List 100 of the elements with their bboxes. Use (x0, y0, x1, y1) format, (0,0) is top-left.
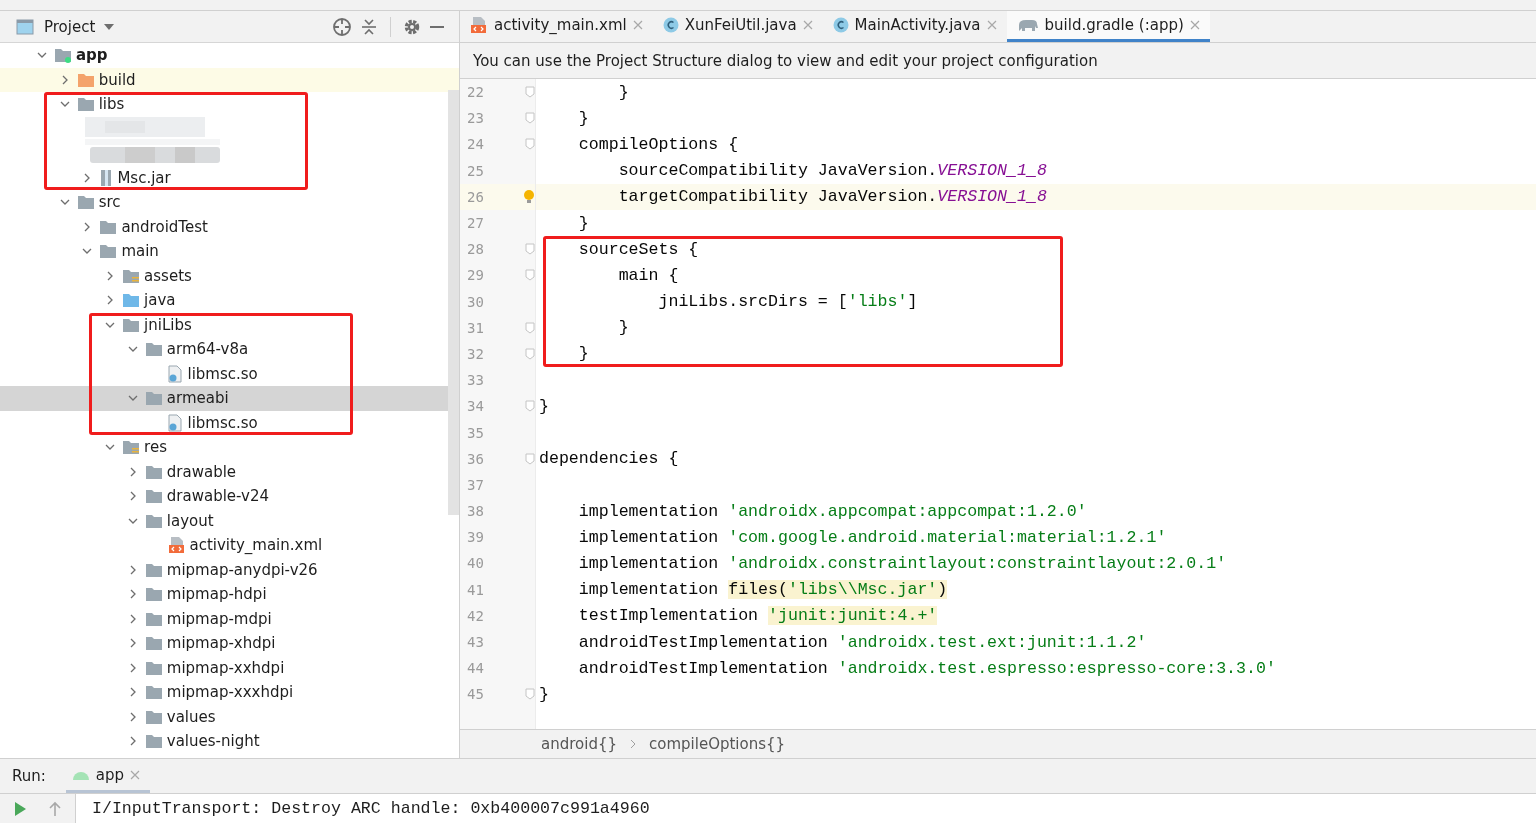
tree-item[interactable]: build (56, 67, 139, 92)
code-line: compileOptions { (577, 134, 739, 154)
editor-tab[interactable]: XunFeiUtil.java (652, 11, 823, 42)
line-number: 43 (466, 634, 485, 651)
code-line: androidTestImplementation 'androidx.test.espresso:espresso-core:3.3.0' (577, 658, 1276, 678)
tree-item[interactable]: res (102, 435, 170, 460)
code-line: sourceCompatibility JavaVersion.VERSION_1_8 (617, 161, 1047, 181)
tree-item[interactable]: drawable-v24 (124, 484, 273, 509)
tree-item[interactable]: Msc.jar (79, 165, 174, 190)
fold-marker-icon[interactable] (525, 138, 535, 151)
tree-item[interactable]: app (34, 43, 111, 68)
tree-item[interactable]: arm64-v8a (124, 337, 252, 362)
scrollbar[interactable] (448, 90, 459, 515)
tree-item[interactable]: values (124, 704, 219, 729)
tree-item[interactable]: libmsc.so (147, 410, 261, 435)
play-icon[interactable] (12, 800, 28, 817)
code-line: jniLibs.srcDirs = ['libs'] (657, 292, 918, 312)
folder-icon (144, 561, 163, 578)
class-icon (662, 17, 679, 33)
line-number: 38 (466, 503, 485, 520)
folder-icon (76, 96, 95, 113)
folder-icon (144, 488, 163, 505)
unknown-file-icon (167, 413, 184, 432)
fold-marker-icon[interactable] (525, 269, 535, 282)
tree-item[interactable]: mipmap-xxxhdpi (124, 680, 297, 705)
module-folder-icon (54, 47, 72, 64)
folder-icon (144, 610, 163, 627)
xml-file-icon (470, 16, 488, 34)
tree-item[interactable]: androidTest (79, 214, 211, 239)
code-line: implementation 'androidx.appcompat:appcompat:1.2.0' (577, 501, 1087, 521)
code-line: } (577, 344, 589, 364)
folder-icon (99, 218, 118, 235)
lightbulb-icon[interactable] (523, 188, 535, 205)
collapse-all-icon[interactable] (360, 17, 378, 36)
line-number: 31 (466, 319, 485, 336)
line-number: 29 (466, 267, 485, 284)
unknown-file-icon (167, 364, 184, 383)
class-icon (832, 17, 849, 33)
locate-icon[interactable] (332, 16, 352, 37)
tree-item[interactable]: main (79, 239, 162, 264)
tree-item[interactable]: java (102, 288, 179, 313)
fold-marker-icon[interactable] (525, 452, 535, 465)
code-line: } (617, 318, 629, 338)
tree-item[interactable]: values-night (124, 729, 263, 754)
tree-item[interactable]: mipmap-hdpi (124, 582, 270, 607)
resource-folder-icon (122, 267, 141, 284)
tree-item[interactable]: assets (102, 263, 195, 288)
code-line: implementation 'androidx.constraintlayout:constraintlayout:2.0.1' (577, 553, 1227, 573)
code-line: main { (617, 265, 679, 285)
line-number: 39 (466, 529, 485, 546)
breadcrumb[interactable]: compileOptions{} (649, 735, 786, 753)
line-number: 30 (466, 293, 485, 310)
tree-item[interactable]: mipmap-xhdpi (124, 631, 279, 656)
line-number: 41 (466, 581, 485, 598)
editor-tab[interactable]: MainActivity.java (822, 11, 1007, 42)
code-line: } (539, 396, 549, 416)
android-icon (71, 769, 90, 780)
tree-item[interactable]: jniLibs (102, 312, 195, 337)
run-label: Run: (12, 767, 46, 785)
tree-item[interactable]: activity_main.xml (147, 533, 326, 558)
fold-marker-icon[interactable] (525, 243, 535, 256)
fold-marker-icon[interactable] (525, 347, 535, 360)
fold-marker-icon[interactable] (525, 112, 535, 125)
fold-marker-icon[interactable] (525, 400, 535, 413)
code-line: implementation files('libs\\Msc.jar') (577, 580, 948, 600)
fold-marker-icon[interactable] (525, 86, 535, 99)
editor-tab[interactable]: build.gradle (:app) (1006, 11, 1210, 42)
folder-icon (144, 341, 163, 358)
line-number: 28 (466, 241, 485, 258)
breadcrumb[interactable]: android{} (541, 735, 617, 753)
line-number: 34 (466, 398, 485, 415)
code-line: } (617, 82, 629, 102)
folder-icon (76, 194, 95, 211)
line-number: 36 (466, 450, 485, 467)
dropdown-caret-icon[interactable] (103, 22, 116, 31)
folder-icon (144, 708, 163, 725)
folder-icon (144, 635, 163, 652)
tree-item[interactable]: layout (124, 508, 217, 533)
code-line: dependencies { (539, 449, 679, 469)
line-number: 23 (466, 110, 485, 127)
panel-title[interactable]: Project (44, 17, 96, 36)
tree-item[interactable]: libmsc.so (147, 361, 261, 386)
fold-marker-icon[interactable] (525, 321, 535, 334)
folder-icon (99, 243, 118, 260)
code-line: implementation 'com.google.android.material:material:1.2.1' (577, 527, 1167, 547)
tree-item[interactable]: drawable (124, 459, 240, 484)
code-line: androidTestImplementation 'androidx.test.ext:junit:1.1.2' (577, 632, 1147, 652)
line-number: 35 (466, 424, 485, 441)
editor-tab[interactable]: activity_main.xml (460, 11, 653, 42)
line-number: 45 (466, 686, 485, 703)
tree-item[interactable]: src (56, 190, 124, 215)
tree-item[interactable]: mipmap-anydpi-v26 (124, 557, 321, 582)
tree-item[interactable]: libs (56, 92, 128, 117)
line-number: 25 (466, 162, 485, 179)
line-number: 32 (466, 345, 485, 362)
settings-icon[interactable] (403, 17, 421, 36)
tree-item[interactable]: mipmap-mdpi (124, 606, 275, 631)
tree-item[interactable]: mipmap-xxhdpi (124, 655, 288, 680)
fold-marker-icon[interactable] (525, 688, 535, 701)
folder-icon (144, 733, 163, 750)
